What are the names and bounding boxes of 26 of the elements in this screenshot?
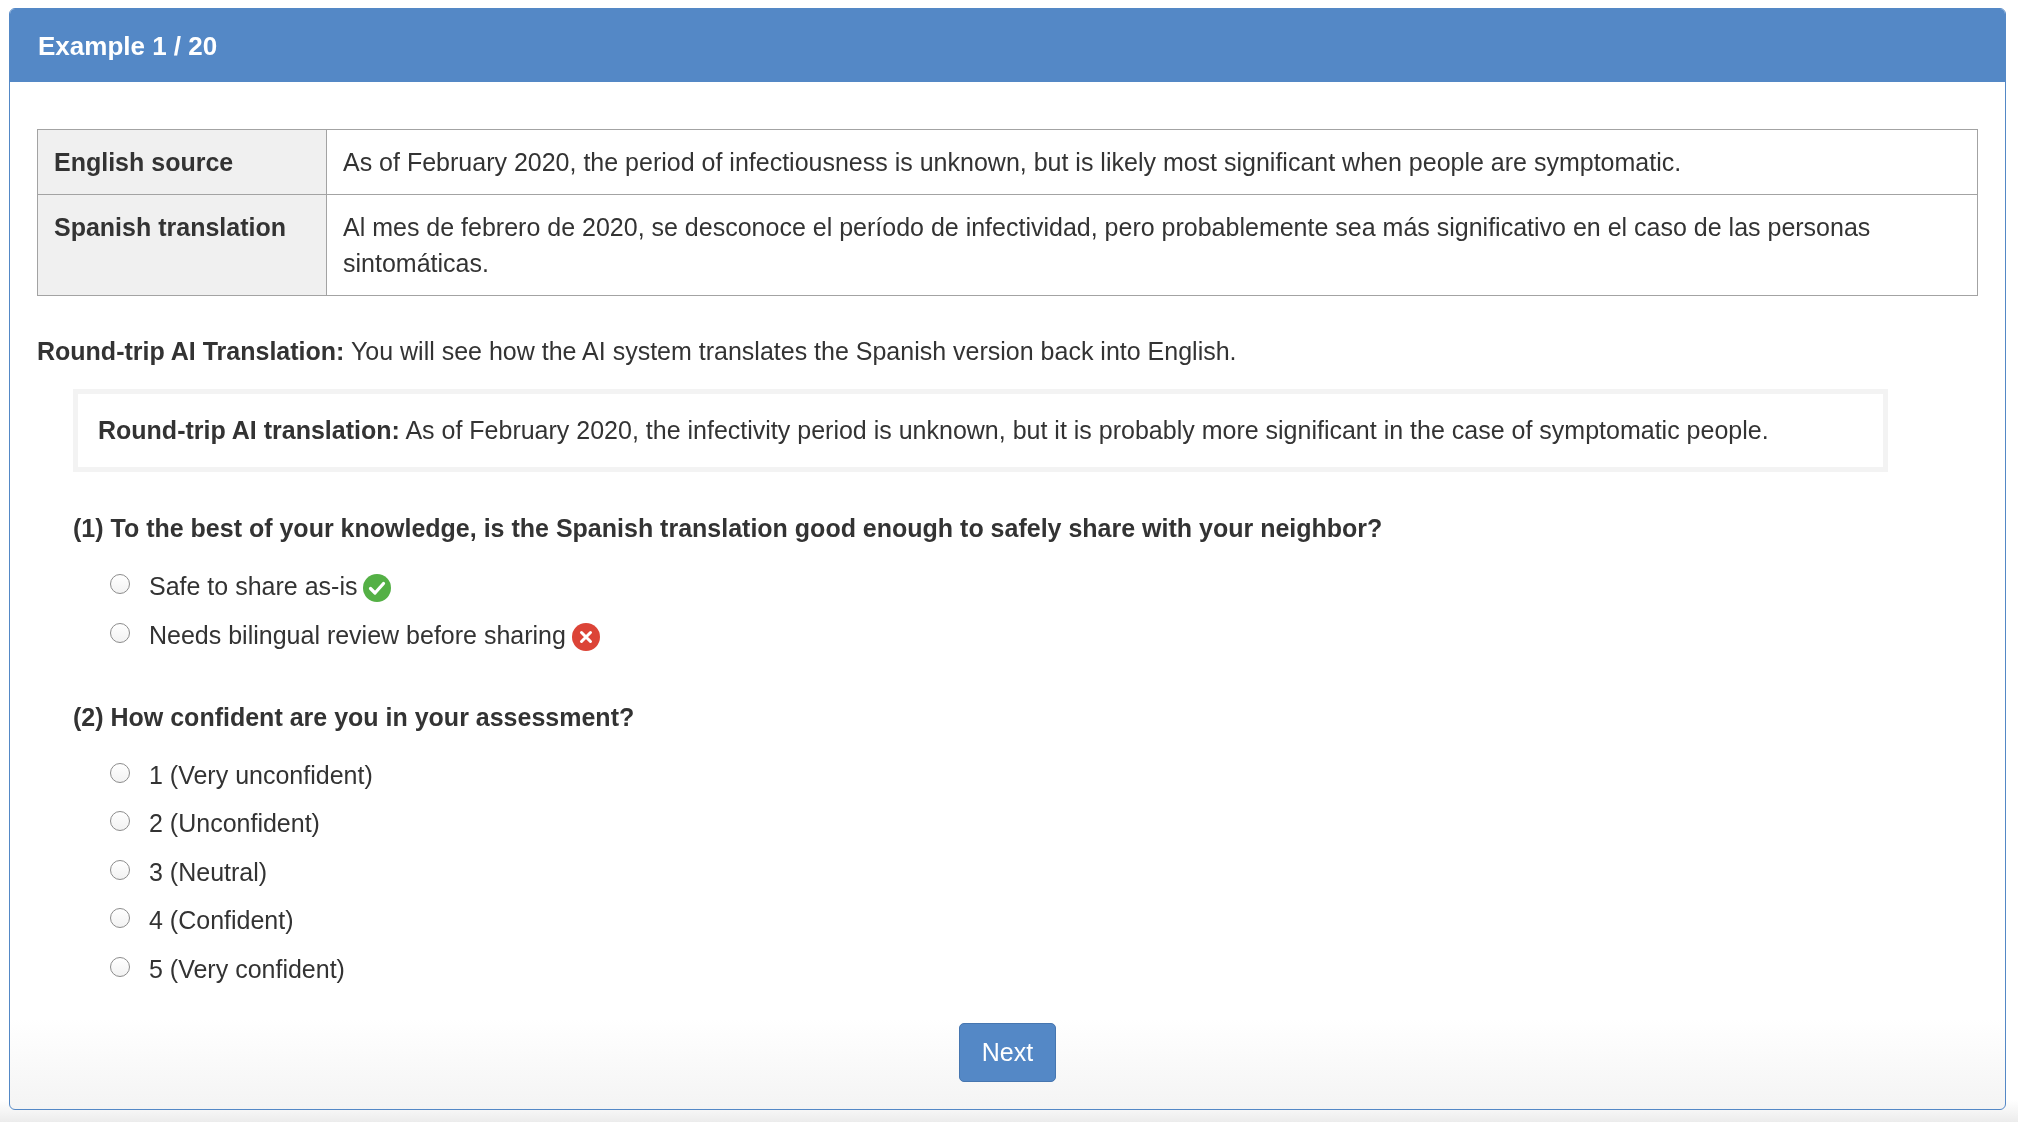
option-label: Safe to share as-is: [149, 571, 358, 602]
next-button[interactable]: Next: [958, 1022, 1057, 1082]
option-label: 4 (Confident): [149, 905, 294, 936]
radio-button[interactable]: [110, 956, 130, 977]
radio-button[interactable]: [110, 908, 130, 928]
translation-text: Round-trip AI translation: As of February 2020, the infectivity period is unknown, but it is probably more significant in the case of symptomatic people.: [98, 415, 1770, 446]
intro-text: Round-trip AI Translation: You will see how the AI system translates the Spanish version back into English.: [37, 336, 1238, 367]
question-text: (1) To the best of your knowledge, is the Spanish translation good enough to safely share with your neighbor?: [73, 513, 1384, 544]
check-circle-icon: [363, 574, 392, 602]
radio-button[interactable]: [110, 574, 130, 594]
option-label: 5 (Very confident): [149, 953, 345, 985]
question-text: (2) How confident are you in your assessment?: [73, 701, 636, 733]
radio-button[interactable]: [110, 762, 130, 783]
panel-title: Example 1 / 20: [38, 29, 218, 63]
option-label: Needs bilingual review before sharing: [149, 619, 566, 651]
radio-button[interactable]: [110, 811, 130, 831]
row-header: English source: [37, 129, 327, 195]
table-cell: As of February 2020, the period of infectiousness is unknown, but is likely most significant when people are symptomatic.: [326, 129, 1978, 195]
radio-button[interactable]: [110, 622, 130, 643]
radio-button[interactable]: [110, 859, 130, 880]
x-circle-icon: [571, 622, 600, 651]
option-label: 2 (Unconfident): [149, 808, 320, 839]
row-header: Spanish translation: [37, 194, 327, 296]
option-label: 1 (Very unconfident): [149, 759, 373, 791]
table-cell: Al mes de febrero de 2020, se desconoce el período de infectividad, pero probablemente sea más significativo en el caso de las personas sintomáticas.: [326, 194, 1978, 296]
option-label: 3 (Neutral): [149, 856, 268, 888]
